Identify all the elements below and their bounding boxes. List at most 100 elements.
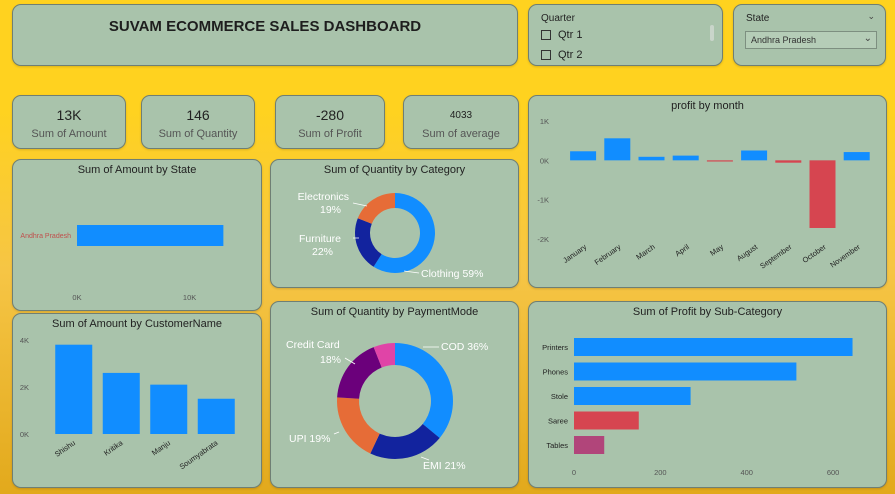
y-tick-label: 0K (540, 156, 549, 165)
x-tick-label: Manju (150, 438, 172, 457)
qtr2-label: Qtr 2 (558, 49, 583, 61)
bar (574, 411, 639, 430)
kpi-value: 146 (186, 107, 210, 123)
state-slicer-header: State (746, 13, 770, 24)
donut-slice (337, 347, 382, 399)
bar (570, 151, 597, 161)
slice-label: Furniture (299, 233, 341, 245)
state-slicer: State ⌄ Andhra Pradesh ⌄ (733, 4, 886, 66)
kpi-label: Sum of Profit (298, 128, 362, 140)
y-tick-label: -1K (537, 196, 549, 205)
bar (102, 372, 140, 434)
bar (197, 398, 235, 434)
y-tick-label: 0K (20, 430, 29, 439)
slice-label: EMI 21% (423, 460, 466, 472)
x-tick-label: January (561, 242, 588, 265)
qtr1-checkbox[interactable] (541, 30, 551, 40)
bar (604, 138, 631, 161)
category-label: Tables (546, 441, 568, 450)
leader-line (403, 270, 420, 274)
kpi-card-profit: -280 Sum of Profit (275, 95, 385, 149)
x-tick-label: 200 (654, 468, 667, 477)
amount-by-customer-chart[interactable]: Sum of Amount by CustomerName 4K 2K 0K Shis… (12, 313, 262, 488)
x-tick-label: November (828, 242, 862, 270)
x-tick-label: 0K (72, 293, 81, 302)
profit-by-month-chart[interactable]: profit by month 1K 0K -1K -2K January Februar… (528, 95, 887, 288)
profit-by-subcategory-chart[interactable]: Sum of Profit by Sub-Category Printers Ph… (528, 301, 887, 488)
category-label: Phones (543, 368, 569, 377)
amount-by-state-chart[interactable]: Sum of Amount by State Andhra Pradesh 0K 1… (12, 159, 262, 311)
kpi-value: 13K (56, 107, 82, 123)
kpi-card-average: 4033 Sum of average (403, 95, 519, 149)
donut-slice (395, 343, 453, 438)
kpi-label: Sum of Quantity (158, 128, 238, 140)
dropdown-chevron-icon: ⌄ (863, 33, 872, 44)
x-tick-label: August (735, 242, 760, 263)
x-tick-label: 0 (572, 468, 576, 477)
x-tick-label: 10K (183, 293, 196, 302)
slice-label: 18% (320, 354, 341, 366)
y-tick-label: 4K (20, 336, 29, 345)
x-tick-label: September (758, 242, 794, 271)
y-tick-label: -2K (537, 235, 549, 244)
bar (843, 152, 870, 161)
qtr1-label: Qtr 1 (558, 29, 583, 41)
kpi-card-quantity: 146 Sum of Quantity (141, 95, 255, 149)
kpi-label: Sum of Amount (31, 128, 107, 140)
dashboard-title-card: SUVAM ECOMMERCE SALES DASHBOARD (12, 4, 518, 66)
x-tick-label: April (673, 242, 691, 258)
quantity-by-category-chart[interactable]: Sum of Quantity by Category Clothing 59%… (270, 159, 519, 288)
bar (809, 160, 836, 228)
slice-label: Clothing 59% (421, 268, 483, 280)
kpi-value: -280 (315, 107, 345, 123)
y-tick-label: 1K (540, 117, 549, 126)
y-tick-label: 2K (20, 383, 29, 392)
x-tick-label: March (634, 242, 656, 261)
x-tick-label: Kritika (102, 438, 125, 458)
chevron-down-icon[interactable]: ⌄ (867, 11, 875, 22)
bar (741, 150, 768, 161)
bar (574, 387, 691, 405)
donut-slice (355, 218, 382, 267)
quarter-slicer-header: Quarter (541, 13, 575, 24)
bar (706, 160, 733, 162)
donut-slice (357, 193, 395, 224)
kpi-value: 4033 (449, 110, 473, 121)
state-dropdown[interactable]: Andhra Pradesh ⌄ (745, 31, 877, 49)
category-label: Saree (548, 417, 568, 426)
slice-label: Electronics (298, 191, 349, 203)
qtr2-checkbox[interactable] (541, 50, 551, 60)
kpi-card-amount: 13K Sum of Amount (12, 95, 126, 149)
bar (775, 160, 802, 163)
category-label: Printers (542, 343, 568, 352)
bar (574, 362, 797, 381)
quarter-slicer-scrollbar[interactable] (710, 25, 714, 41)
leader-line (333, 431, 340, 435)
x-tick-label: October (801, 242, 828, 265)
x-tick-label: May (708, 242, 725, 258)
slice-pct: 22% (312, 246, 333, 258)
category-label: Andhra Pradesh (20, 233, 71, 240)
state-dropdown-value: Andhra Pradesh (751, 35, 817, 45)
bar (150, 384, 188, 434)
bar (55, 344, 93, 434)
category-label: Stole (551, 392, 568, 401)
slice-label: Credit Card (286, 339, 340, 351)
leader-line (352, 202, 368, 207)
bar (77, 225, 224, 246)
donut-slice (337, 397, 380, 454)
bar (638, 156, 665, 161)
bar (672, 155, 699, 161)
x-tick-label: February (593, 242, 623, 267)
quarter-option-qtr2[interactable]: Qtr 2 (541, 49, 582, 61)
quantity-by-payment-chart[interactable]: Sum of Quantity by PaymentMode COD 36% EM… (270, 301, 519, 488)
x-tick-label: 400 (740, 468, 753, 477)
slice-label: UPI 19% (289, 433, 330, 445)
x-tick-label: Soumyabrata (178, 438, 220, 471)
slice-pct: 19% (320, 204, 341, 216)
quarter-option-qtr1[interactable]: Qtr 1 (541, 29, 582, 41)
quarter-slicer: Quarter Qtr 1 Qtr 2 (528, 4, 723, 66)
kpi-label: Sum of average (422, 128, 500, 140)
dashboard-title: SUVAM ECOMMERCE SALES DASHBOARD (108, 18, 422, 35)
x-tick-label: Shishu (53, 438, 77, 459)
